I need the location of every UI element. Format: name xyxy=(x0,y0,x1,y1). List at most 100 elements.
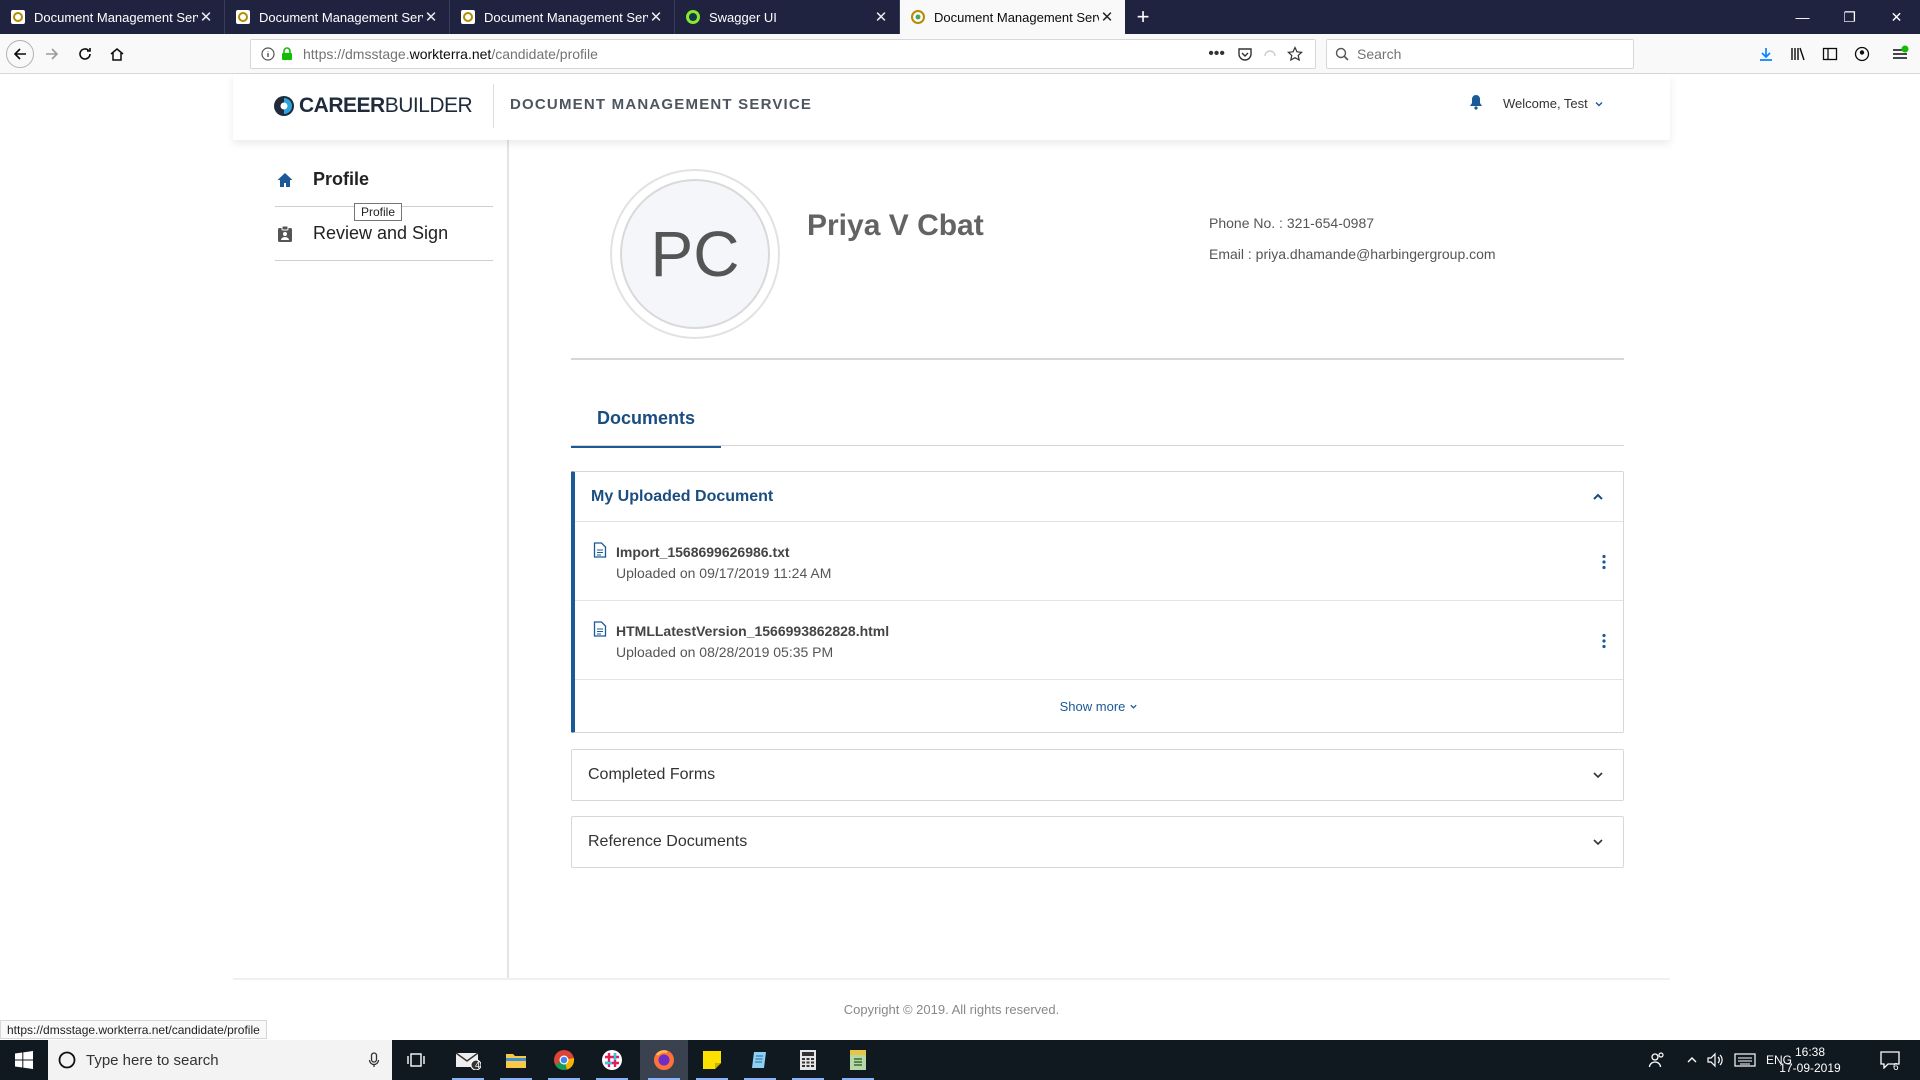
search-placeholder: Search xyxy=(1357,46,1402,62)
more-options-icon[interactable] xyxy=(1597,631,1611,651)
chevron-down-icon xyxy=(1130,704,1138,709)
task-view-button[interactable] xyxy=(392,1040,440,1080)
globe-icon xyxy=(236,10,250,24)
chevron-down-icon[interactable] xyxy=(1591,768,1605,782)
close-icon[interactable]: ✕ xyxy=(423,8,439,26)
library-button[interactable] xyxy=(1786,42,1810,66)
microphone-icon[interactable] xyxy=(368,1052,380,1068)
taskbar-slack[interactable] xyxy=(588,1040,636,1080)
reference-documents-panel[interactable]: Reference Documents xyxy=(571,816,1624,868)
sidebar-item-profile[interactable]: Profile xyxy=(275,153,493,207)
close-icon[interactable]: ✕ xyxy=(648,8,664,26)
system-clock[interactable]: 16:38 17-09-2019 xyxy=(1770,1044,1850,1076)
uploaded-documents-header[interactable]: My Uploaded Document xyxy=(575,472,1623,522)
taskbar-calculator[interactable] xyxy=(784,1040,832,1080)
document-icon xyxy=(593,542,607,558)
avatar: PC xyxy=(610,169,780,339)
reload-button[interactable] xyxy=(73,42,97,66)
star-icon[interactable] xyxy=(1287,46,1303,62)
careerbuilder-logo-icon xyxy=(274,96,294,116)
show-more-link[interactable]: Show more xyxy=(575,680,1623,732)
careerbuilder-logo[interactable]: CAREER BUILDER xyxy=(273,94,473,118)
welcome-text: Welcome, Test xyxy=(1503,96,1588,111)
account-button[interactable] xyxy=(1850,42,1874,66)
tab-title: Document Management Servic xyxy=(484,9,648,25)
taskbar-mail[interactable]: 4 xyxy=(444,1040,492,1080)
arrow-left-icon xyxy=(13,48,26,60)
close-icon[interactable]: ✕ xyxy=(198,8,214,26)
taskbar-chrome[interactable] xyxy=(540,1040,588,1080)
close-icon[interactable]: ✕ xyxy=(873,8,889,26)
windows-icon xyxy=(15,1051,33,1069)
speaker-icon[interactable] xyxy=(1706,1052,1724,1068)
lock-icon[interactable] xyxy=(281,47,293,61)
profile-divider xyxy=(571,358,1624,360)
home-button[interactable] xyxy=(105,42,129,66)
more-options-icon[interactable] xyxy=(1597,552,1611,572)
globe-icon xyxy=(461,10,475,24)
firefox-icon xyxy=(654,1050,674,1070)
chevron-up-icon[interactable] xyxy=(1686,1054,1698,1066)
address-bar[interactable]: https://dmsstage.workterra.net/candidate… xyxy=(250,39,1316,69)
taskbar-search-input[interactable]: Type here to search xyxy=(48,1040,392,1080)
panel-title: Completed Forms xyxy=(588,766,716,783)
browser-nav-bar: https://dmsstage.workterra.net/candidate… xyxy=(0,34,1920,74)
chevron-up-icon[interactable] xyxy=(1591,490,1605,504)
footer-divider xyxy=(233,978,1670,980)
taskbar-archive-app[interactable] xyxy=(834,1040,882,1080)
notification-count: 6 xyxy=(1893,1062,1899,1073)
profile-name: Priya V Cbat xyxy=(807,209,984,242)
cortana-icon xyxy=(58,1051,76,1069)
search-input[interactable]: Search xyxy=(1326,39,1634,69)
reference-documents-header[interactable]: Reference Documents xyxy=(572,817,1623,867)
sidebar-divider xyxy=(507,140,509,980)
header-divider xyxy=(493,84,494,128)
browser-tab[interactable]: Document Management Servic ✕ xyxy=(0,0,225,34)
taskbar-file-explorer[interactable] xyxy=(492,1040,540,1080)
chevron-down-icon[interactable] xyxy=(1591,835,1605,849)
tab-title: Document Management Servic xyxy=(34,9,198,25)
bell-icon[interactable] xyxy=(1469,94,1483,110)
downloads-button[interactable] xyxy=(1754,42,1778,66)
document-upload-date: Uploaded on 08/28/2019 05:35 PM xyxy=(616,644,834,660)
browser-tab-active[interactable]: Document Management Servic ✕ xyxy=(900,0,1125,34)
tab-documents[interactable]: Documents xyxy=(571,392,721,448)
swagger-icon xyxy=(686,10,700,24)
taskbar-firefox[interactable] xyxy=(640,1040,688,1080)
pocket-icon[interactable] xyxy=(1237,46,1253,62)
restore-icon[interactable]: ❐ xyxy=(1826,0,1873,34)
slack-icon xyxy=(602,1050,622,1070)
page-actions-icon[interactable]: ••• xyxy=(1208,45,1225,63)
tab-title: Document Management Servic xyxy=(934,9,1099,25)
taskbar-sticky-notes[interactable] xyxy=(688,1040,736,1080)
browser-tab[interactable]: Document Management Servic ✕ xyxy=(225,0,450,34)
arrow-right-icon xyxy=(46,48,59,60)
keyboard-icon[interactable] xyxy=(1734,1053,1756,1067)
user-menu[interactable]: Welcome, Test xyxy=(1503,96,1604,111)
info-icon[interactable] xyxy=(261,47,275,61)
people-icon[interactable] xyxy=(1648,1051,1666,1069)
close-icon[interactable]: ✕ xyxy=(1099,8,1115,26)
browser-tab[interactable]: Document Management Servic ✕ xyxy=(450,0,675,34)
back-button[interactable] xyxy=(6,40,34,68)
new-tab-button[interactable]: + xyxy=(1125,0,1161,34)
browser-tab[interactable]: Swagger UI ✕ xyxy=(675,0,900,34)
clock-time: 16:38 xyxy=(1794,1045,1826,1059)
completed-forms-header[interactable]: Completed Forms xyxy=(572,750,1623,800)
document-name[interactable]: Import_1568699626986.txt xyxy=(616,544,790,560)
document-name[interactable]: HTMLLatestVersion_1566993862828.html xyxy=(616,623,889,639)
document-icon xyxy=(593,621,607,637)
menu-button[interactable] xyxy=(1888,42,1912,66)
close-window-icon[interactable]: ✕ xyxy=(1873,0,1920,34)
minimize-icon[interactable]: — xyxy=(1779,0,1826,34)
completed-forms-panel[interactable]: Completed Forms xyxy=(571,749,1624,801)
tooltip: Profile xyxy=(354,203,403,221)
task-view-icon xyxy=(407,1053,425,1067)
start-button[interactable] xyxy=(0,1040,48,1080)
forward-button[interactable] xyxy=(40,42,64,66)
action-center-button[interactable]: 6 xyxy=(1870,1040,1910,1080)
sidebar-toggle-button[interactable] xyxy=(1818,42,1842,66)
taskbar-notepad[interactable] xyxy=(736,1040,784,1080)
url-text: https://dmsstage.workterra.net/candidate… xyxy=(303,46,598,62)
browser-tab-strip: Document Management Servic ✕ Document Ma… xyxy=(0,0,1920,34)
